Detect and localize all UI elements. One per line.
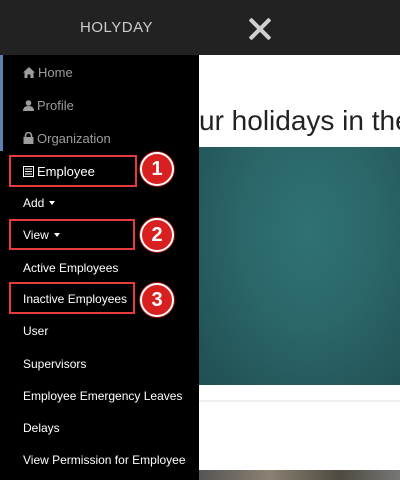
- sidebar-item-label: View Permission for Employee: [23, 453, 186, 467]
- sidebar-item-label: Home: [38, 65, 73, 80]
- sidebar-item-label: Organization: [37, 131, 111, 146]
- close-icon[interactable]: [247, 16, 273, 42]
- sidebar-item-home[interactable]: Home: [23, 65, 73, 80]
- sidebar-item-user[interactable]: User: [23, 324, 48, 338]
- sidebar-item-organization[interactable]: Organization: [23, 131, 111, 146]
- highlight-box-view: [9, 219, 135, 250]
- sidebar-item-employee-emergency-leaves[interactable]: Employee Emergency Leaves: [23, 389, 182, 403]
- sidebar-item-label: Active Employees: [23, 261, 119, 275]
- sidebar-item-label: Delays: [23, 421, 60, 435]
- highlight-box-inactive-employees: [9, 282, 135, 314]
- sidebar-item-label: Supervisors: [23, 357, 87, 371]
- top-navbar: HOLYDAY: [0, 0, 400, 55]
- app-brand[interactable]: HOLYDAY: [80, 19, 153, 36]
- sidebar-item-label: Profile: [37, 98, 74, 113]
- sidebar-item-supervisors[interactable]: Supervisors: [23, 357, 86, 371]
- step-marker-1: 1: [140, 152, 174, 186]
- hero-image: [199, 147, 400, 385]
- sidebar-item-add[interactable]: Add: [23, 196, 56, 210]
- sidebar-item-profile[interactable]: Profile: [23, 98, 74, 113]
- sidebar-menu: Home Profile Organization Employee Add V…: [0, 55, 199, 480]
- step-marker-2: 2: [140, 218, 174, 252]
- home-icon: [23, 67, 35, 78]
- sidebar-item-label: User: [23, 324, 49, 338]
- user-icon: [23, 100, 34, 111]
- caret-down-icon: [49, 201, 56, 205]
- highlight-box-employee: [9, 155, 137, 187]
- sidebar-item-label: Employee Emergency Leaves: [23, 389, 183, 403]
- divider: [199, 400, 400, 402]
- sidebar-item-active-employees[interactable]: Active Employees: [23, 261, 118, 275]
- hero-heading: ur holidays in the: [199, 105, 400, 136]
- sidebar-item-view-permission[interactable]: View Permission for Employee: [23, 453, 186, 467]
- sidebar-item-label: Add: [23, 196, 45, 210]
- secondary-image: [199, 470, 400, 480]
- sidebar-item-delays[interactable]: Delays: [23, 421, 60, 435]
- step-marker-3: 3: [140, 283, 174, 317]
- lock-icon: [23, 131, 34, 144]
- sidebar-accent: [0, 55, 3, 151]
